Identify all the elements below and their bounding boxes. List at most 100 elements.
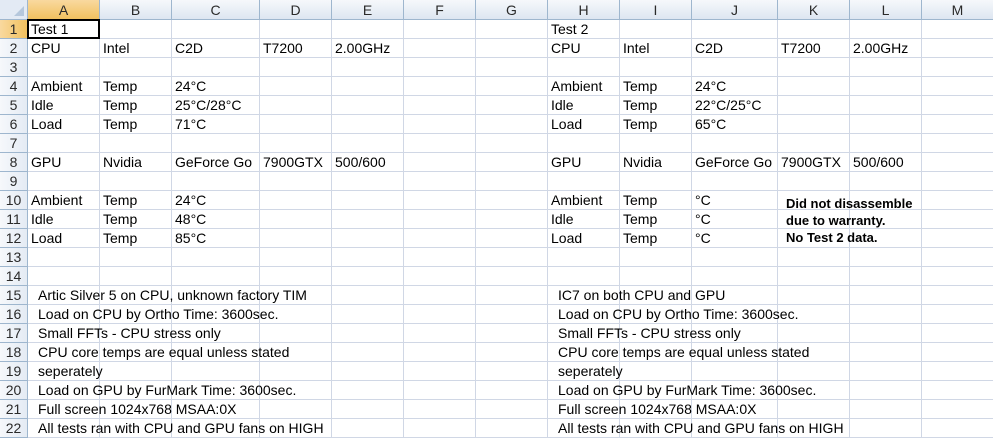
cell-a22[interactable]: All tests ran with CPU and GPU fans on H… — [38, 419, 324, 438]
row-header-5[interactable]: 5 — [0, 96, 28, 115]
row-header-4[interactable]: 4 — [0, 77, 28, 96]
cell-a19[interactable]: seperately — [38, 362, 103, 381]
cell-i5[interactable]: Temp — [623, 96, 657, 115]
cell-c11[interactable]: 48°C — [175, 210, 206, 229]
cell-b4[interactable]: Temp — [103, 77, 137, 96]
row-header-21[interactable]: 21 — [0, 400, 28, 419]
cell-h22[interactable]: All tests ran with CPU and GPU fans on H… — [558, 419, 844, 438]
cell-a5[interactable]: Idle — [31, 96, 54, 115]
cell-i6[interactable]: Temp — [623, 115, 657, 134]
cell-b2[interactable]: Intel — [103, 39, 129, 58]
cell-k8[interactable]: 7900GTX — [781, 153, 841, 172]
cell-h15[interactable]: IC7 on both CPU and GPU — [558, 286, 725, 305]
cell-h8[interactable]: GPU — [551, 153, 581, 172]
row-header-14[interactable]: 14 — [0, 267, 28, 286]
row-header-9[interactable]: 9 — [0, 172, 28, 191]
cell-b8[interactable]: Nvidia — [103, 153, 142, 172]
cell-j12[interactable]: °C — [695, 229, 711, 248]
column-header-c[interactable]: C — [172, 0, 260, 20]
cell-c4[interactable]: 24°C — [175, 77, 206, 96]
row-header-17[interactable]: 17 — [0, 324, 28, 343]
cell-b12[interactable]: Temp — [103, 229, 137, 248]
cell-j11[interactable]: °C — [695, 210, 711, 229]
cell-i8[interactable]: Nvidia — [623, 153, 662, 172]
column-header-b[interactable]: B — [100, 0, 172, 20]
cell-c10[interactable]: 24°C — [175, 191, 206, 210]
cell-c6[interactable]: 71°C — [175, 115, 206, 134]
row-header-15[interactable]: 15 — [0, 286, 28, 305]
cell-k2[interactable]: T7200 — [781, 39, 821, 58]
column-header-a[interactable]: A — [28, 0, 100, 20]
cell-a18[interactable]: CPU core temps are equal unless stated — [38, 343, 289, 362]
cell-i11[interactable]: Temp — [623, 210, 657, 229]
cell-a10[interactable]: Ambient — [31, 191, 82, 210]
row-header-19[interactable]: 19 — [0, 362, 28, 381]
row-header-7[interactable]: 7 — [0, 134, 28, 153]
cell-j6[interactable]: 65°C — [695, 115, 726, 134]
cell-d2[interactable]: T7200 — [263, 39, 303, 58]
cell-j5[interactable]: 22°C/25°C — [695, 96, 761, 115]
column-header-e[interactable]: E — [332, 0, 404, 20]
column-header-l[interactable]: L — [850, 0, 922, 20]
cell-b6[interactable]: Temp — [103, 115, 137, 134]
row-header-16[interactable]: 16 — [0, 305, 28, 324]
cell-c8[interactable]: GeForce Go — [175, 153, 252, 172]
row-header-8[interactable]: 8 — [0, 153, 28, 172]
cell-j10[interactable]: °C — [695, 191, 711, 210]
cell-e2[interactable]: 2.00GHz — [335, 39, 390, 58]
select-all-corner[interactable] — [0, 0, 28, 20]
cell-i4[interactable]: Temp — [623, 77, 657, 96]
cell-d8[interactable]: 7900GTX — [263, 153, 323, 172]
cell-i10[interactable]: Temp — [623, 191, 657, 210]
cell-a20[interactable]: Load on GPU by FurMark Time: 3600sec. — [38, 381, 296, 400]
cell-l8[interactable]: 500/600 — [853, 153, 904, 172]
cell-b5[interactable]: Temp — [103, 96, 137, 115]
row-header-20[interactable]: 20 — [0, 381, 28, 400]
column-header-j[interactable]: J — [692, 0, 778, 20]
cell-h2[interactable]: CPU — [551, 39, 581, 58]
cell-c5[interactable]: 25°C/28°C — [175, 96, 241, 115]
cell-h18[interactable]: CPU core temps are equal unless stated — [558, 343, 809, 362]
row-header-22[interactable]: 22 — [0, 419, 28, 438]
row-header-10[interactable]: 10 — [0, 191, 28, 210]
column-header-m[interactable]: M — [922, 0, 993, 20]
cell-h1[interactable]: Test 2 — [551, 20, 588, 39]
cell-h20[interactable]: Load on GPU by FurMark Time: 3600sec. — [558, 381, 816, 400]
cell-h6[interactable]: Load — [551, 115, 582, 134]
cell-h10[interactable]: Ambient — [551, 191, 602, 210]
cell-h17[interactable]: Small FFTs - CPU stress only — [558, 324, 741, 343]
cell-c2[interactable]: C2D — [175, 39, 203, 58]
cell-a2[interactable]: CPU — [31, 39, 61, 58]
row-header-12[interactable]: 12 — [0, 229, 28, 248]
column-header-i[interactable]: I — [620, 0, 692, 20]
column-header-d[interactable]: D — [260, 0, 332, 20]
cell-a21[interactable]: Full screen 1024x768 MSAA:0X — [38, 400, 236, 419]
cell-h12[interactable]: Load — [551, 229, 582, 248]
column-header-k[interactable]: K — [778, 0, 850, 20]
cell-b10[interactable]: Temp — [103, 191, 137, 210]
row-header-3[interactable]: 3 — [0, 58, 28, 77]
cell-a12[interactable]: Load — [31, 229, 62, 248]
column-header-h[interactable]: H — [548, 0, 620, 20]
cell-e8[interactable]: 500/600 — [335, 153, 386, 172]
cell-j2[interactable]: C2D — [695, 39, 723, 58]
cell-i12[interactable]: Temp — [623, 229, 657, 248]
column-header-g[interactable]: G — [476, 0, 548, 20]
cell-a4[interactable]: Ambient — [31, 77, 82, 96]
cell-a11[interactable]: Idle — [31, 210, 54, 229]
column-header-f[interactable]: F — [404, 0, 476, 20]
row-header-6[interactable]: 6 — [0, 115, 28, 134]
cell-h16[interactable]: Load on CPU by Ortho Time: 3600sec. — [558, 305, 798, 324]
cell-a15[interactable]: Artic Silver 5 on CPU, unknown factory T… — [38, 286, 307, 305]
cell-a16[interactable]: Load on CPU by Ortho Time: 3600sec. — [38, 305, 278, 324]
cell-a6[interactable]: Load — [31, 115, 62, 134]
row-header-13[interactable]: 13 — [0, 248, 28, 267]
spreadsheet-grid[interactable]: ABCDEFGHIJKLM 1 2 3 4 5 6 7 8 9 10 11 12 13 14 15 16 17 1… — [0, 0, 993, 438]
cell-h21[interactable]: Full screen 1024x768 MSAA:0X — [558, 400, 756, 419]
row-header-1[interactable]: 1 — [0, 20, 28, 39]
cell-a17[interactable]: Small FFTs - CPU stress only — [38, 324, 221, 343]
cell-l2[interactable]: 2.00GHz — [853, 39, 908, 58]
cell-c12[interactable]: 85°C — [175, 229, 206, 248]
row-header-11[interactable]: 11 — [0, 210, 28, 229]
cell-i2[interactable]: Intel — [623, 39, 649, 58]
